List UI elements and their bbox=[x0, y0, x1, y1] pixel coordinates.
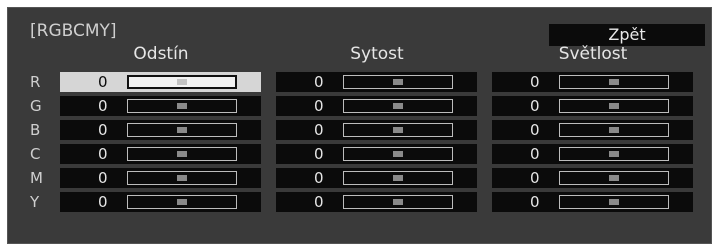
slider-thumb[interactable] bbox=[177, 175, 187, 181]
slider-thumb[interactable] bbox=[609, 199, 619, 205]
row-label-g: G bbox=[30, 97, 42, 115]
column-header-sytost: Sytost bbox=[350, 44, 404, 64]
slider-thumb[interactable] bbox=[177, 127, 187, 133]
slider-track[interactable] bbox=[559, 75, 669, 89]
value-readout: 0 bbox=[530, 169, 540, 187]
setting-r-sytost[interactable]: 0 bbox=[276, 72, 477, 92]
slider-thumb[interactable] bbox=[393, 127, 403, 133]
setting-b-svetlost[interactable]: 0 bbox=[492, 120, 693, 140]
value-readout: 0 bbox=[314, 169, 324, 187]
slider-track[interactable] bbox=[127, 99, 237, 113]
menu-title: [RGBCMY] bbox=[30, 21, 117, 41]
setting-m-sytost[interactable]: 0 bbox=[276, 168, 477, 188]
column-header-odstin: Odstín bbox=[133, 44, 189, 64]
value-readout: 0 bbox=[530, 97, 540, 115]
slider-thumb[interactable] bbox=[177, 103, 187, 109]
setting-r-svetlost[interactable]: 0 bbox=[492, 72, 693, 92]
slider-thumb[interactable] bbox=[393, 199, 403, 205]
setting-c-odstin[interactable]: 0 bbox=[60, 144, 261, 164]
slider-thumb[interactable] bbox=[393, 175, 403, 181]
slider-track[interactable] bbox=[127, 195, 237, 209]
row-label-r: R bbox=[30, 73, 41, 91]
setting-g-sytost[interactable]: 0 bbox=[276, 96, 477, 116]
value-readout: 0 bbox=[530, 121, 540, 139]
slider-thumb[interactable] bbox=[609, 103, 619, 109]
setting-m-odstin[interactable]: 0 bbox=[60, 168, 261, 188]
slider-track[interactable] bbox=[559, 147, 669, 161]
row-label-y: Y bbox=[30, 193, 40, 211]
value-readout: 0 bbox=[98, 145, 108, 163]
value-readout: 0 bbox=[314, 193, 324, 211]
setting-c-sytost[interactable]: 0 bbox=[276, 144, 477, 164]
slider-thumb[interactable] bbox=[609, 175, 619, 181]
value-readout: 0 bbox=[314, 97, 324, 115]
slider-track[interactable] bbox=[127, 123, 237, 137]
setting-g-odstin[interactable]: 0 bbox=[60, 96, 261, 116]
setting-b-odstin[interactable]: 0 bbox=[60, 120, 261, 140]
value-readout: 0 bbox=[530, 193, 540, 211]
row-label-b: B bbox=[30, 121, 41, 139]
slider-thumb[interactable] bbox=[609, 79, 619, 85]
slider-track[interactable] bbox=[127, 75, 237, 89]
row-label-m: M bbox=[30, 169, 43, 187]
value-readout: 0 bbox=[530, 73, 540, 91]
slider-track[interactable] bbox=[127, 147, 237, 161]
slider-thumb[interactable] bbox=[393, 79, 403, 85]
slider-thumb[interactable] bbox=[393, 103, 403, 109]
slider-thumb[interactable] bbox=[393, 151, 403, 157]
setting-g-svetlost[interactable]: 0 bbox=[492, 96, 693, 116]
slider-thumb[interactable] bbox=[177, 199, 187, 205]
slider-track[interactable] bbox=[343, 99, 453, 113]
value-readout: 0 bbox=[314, 121, 324, 139]
value-readout: 0 bbox=[98, 73, 108, 91]
value-readout: 0 bbox=[98, 97, 108, 115]
slider-track[interactable] bbox=[343, 123, 453, 137]
column-header-svetlost: Světlost bbox=[558, 44, 628, 64]
slider-track[interactable] bbox=[559, 171, 669, 185]
setting-y-sytost[interactable]: 0 bbox=[276, 192, 477, 212]
value-readout: 0 bbox=[98, 121, 108, 139]
slider-thumb[interactable] bbox=[609, 127, 619, 133]
slider-track[interactable] bbox=[343, 171, 453, 185]
value-readout: 0 bbox=[314, 145, 324, 163]
setting-r-odstin[interactable]: 0 bbox=[60, 72, 261, 92]
setting-c-svetlost[interactable]: 0 bbox=[492, 144, 693, 164]
slider-track[interactable] bbox=[559, 195, 669, 209]
value-readout: 0 bbox=[98, 193, 108, 211]
slider-track[interactable] bbox=[343, 147, 453, 161]
setting-y-odstin[interactable]: 0 bbox=[60, 192, 261, 212]
setting-y-svetlost[interactable]: 0 bbox=[492, 192, 693, 212]
value-readout: 0 bbox=[98, 169, 108, 187]
slider-thumb[interactable] bbox=[177, 151, 187, 157]
slider-thumb[interactable] bbox=[609, 151, 619, 157]
slider-track[interactable] bbox=[343, 195, 453, 209]
slider-track[interactable] bbox=[559, 99, 669, 113]
setting-b-sytost[interactable]: 0 bbox=[276, 120, 477, 140]
row-label-c: C bbox=[30, 145, 41, 163]
value-readout: 0 bbox=[530, 145, 540, 163]
slider-thumb[interactable] bbox=[177, 79, 187, 85]
value-readout: 0 bbox=[314, 73, 324, 91]
slider-track[interactable] bbox=[343, 75, 453, 89]
slider-track[interactable] bbox=[127, 171, 237, 185]
slider-track[interactable] bbox=[559, 123, 669, 137]
setting-m-svetlost[interactable]: 0 bbox=[492, 168, 693, 188]
rgbcmy-menu-panel: [RGBCMY] Zpět Odstín Sytost Světlost R 0 0 0 G 0… bbox=[7, 7, 712, 244]
